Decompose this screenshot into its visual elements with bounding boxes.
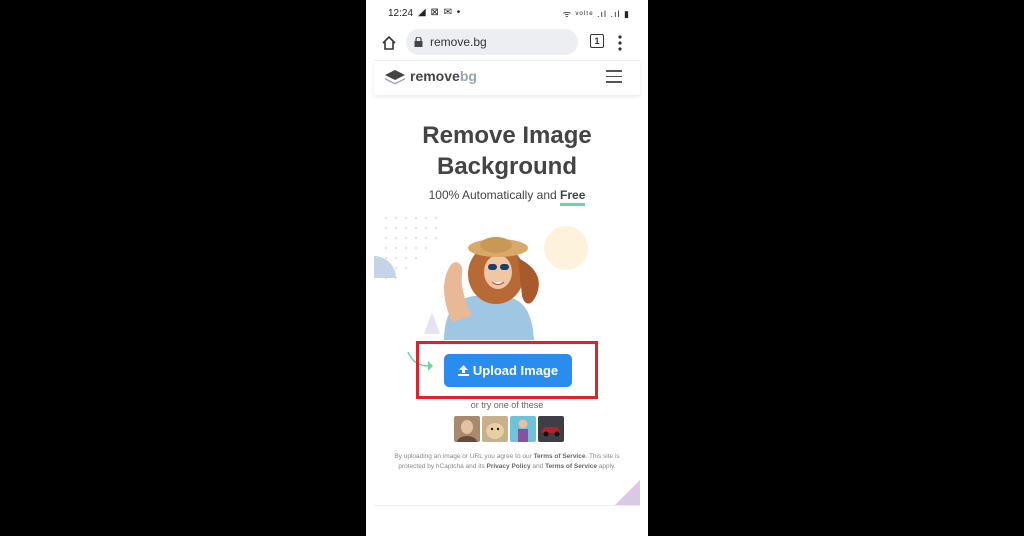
upload-icon (457, 365, 469, 376)
hero-illustration (374, 217, 588, 340)
legal-notice: By uploading an image or URL you agree t… (382, 452, 632, 472)
tab-count-icon[interactable]: 1 (590, 34, 604, 48)
phone-screen: 12:24 ◢ ⊠ ✉ • ᯤ ᵛᵒˡᵗᵉ .ıl .ıl ▮ remove.b… (366, 0, 648, 536)
lock-icon (414, 37, 423, 47)
upload-highlight-box: Upload Image (416, 341, 598, 399)
legal-text-1: By uploading an image or URL you agree t… (394, 453, 534, 460)
upload-image-button[interactable]: Upload Image (444, 354, 572, 387)
site-header: removebg (374, 60, 640, 95)
legal-text-3: and (530, 463, 546, 470)
privacy-policy-link[interactable]: Privacy Policy (487, 463, 531, 470)
home-icon[interactable] (380, 34, 398, 52)
sample-dog-thumbnail[interactable] (482, 416, 508, 442)
terms-of-service-link[interactable]: Terms of Service (534, 453, 586, 460)
logo-secondary: bg (459, 68, 477, 84)
title-line-2: Background (436, 153, 577, 180)
woman-photo-icon (444, 237, 539, 340)
hamburger-menu-icon[interactable] (606, 70, 622, 84)
quarter-circle-shape (374, 256, 396, 278)
subtitle-free: Free (560, 188, 586, 206)
terms-of-service-link-2[interactable]: Terms of Service (545, 463, 597, 470)
sun-circle-shape (544, 226, 588, 270)
signal-battery-icons: ᯤ ᵛᵒˡᵗᵉ .ıl .ıl ▮ (562, 9, 630, 19)
status-bar: 12:24 ◢ ⊠ ✉ • ᯤ ᵛᵒˡᵗᵉ .ıl .ıl ▮ (366, 0, 648, 26)
legal-text-4: apply. (596, 463, 616, 470)
browser-toolbar: remove.bg 1 (366, 26, 648, 60)
logo-icon[interactable] (384, 69, 406, 85)
sample-child-thumbnail[interactable] (510, 416, 536, 442)
sample-woman-thumbnail[interactable] (454, 416, 480, 442)
upload-label: Upload Image (472, 363, 559, 378)
more-options-icon[interactable] (616, 34, 624, 52)
subtitle: 100% Automatically and Free (366, 188, 648, 206)
url-text: remove.bg (430, 35, 487, 49)
logo-primary: remove (410, 68, 460, 84)
notification-icons: ◢ ⊠ ✉ • (418, 7, 462, 18)
title-line-1: Remove Image (422, 122, 592, 149)
page-title: Remove Image Background (366, 120, 648, 182)
subtitle-prefix: 100% Automatically and (428, 188, 561, 202)
corner-triangle-shape (614, 480, 640, 506)
status-time: 12:24 (388, 8, 414, 19)
sample-car-thumbnail[interactable] (538, 416, 564, 442)
address-bar[interactable]: remove.bg (406, 29, 578, 55)
logo-text[interactable]: removebg (410, 68, 477, 84)
divider (374, 505, 640, 506)
samples-label: or try one of these (470, 400, 544, 410)
